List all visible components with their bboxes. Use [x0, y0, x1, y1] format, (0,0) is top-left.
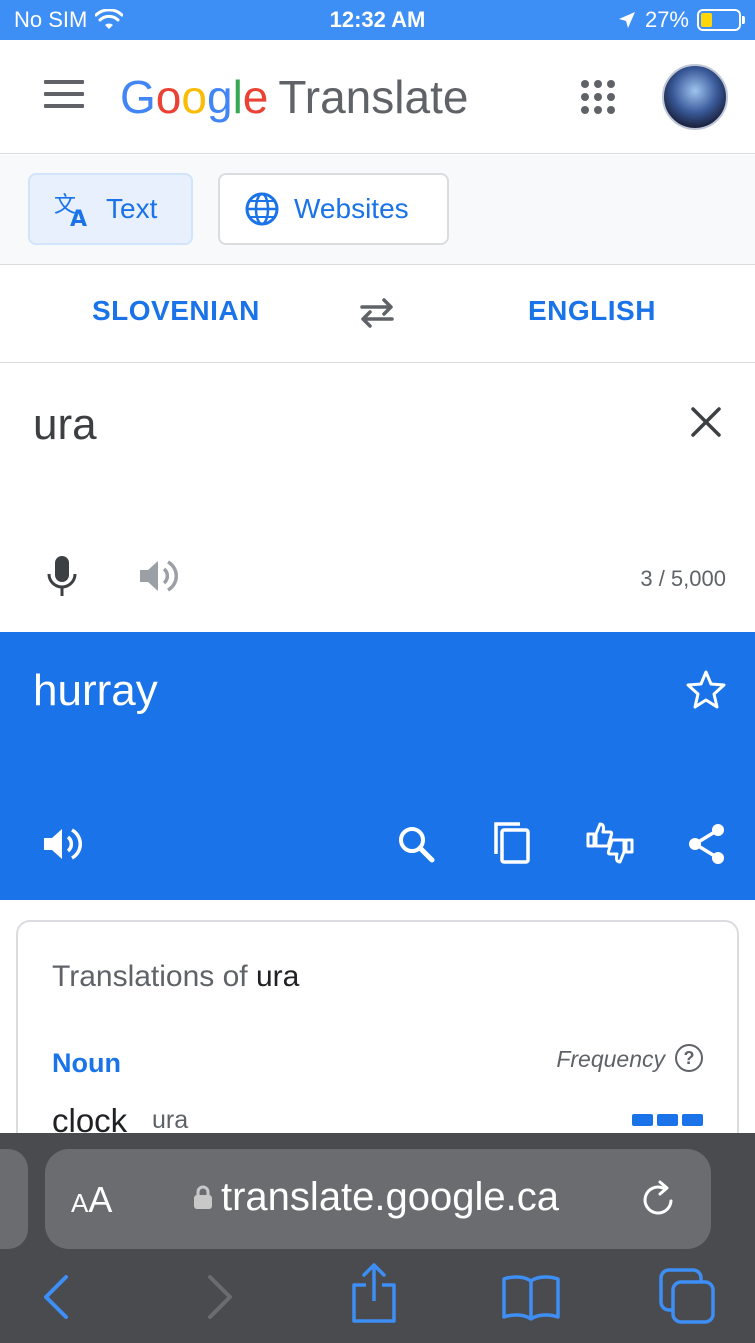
- close-icon[interactable]: [688, 404, 724, 440]
- lock-icon: [194, 1185, 212, 1209]
- language-bar: SLOVENIAN ENGLISH: [0, 265, 755, 363]
- card-title: Translations of ura: [52, 960, 300, 993]
- url-text[interactable]: translate.google.ca: [221, 1175, 559, 1220]
- copy-icon[interactable]: [490, 820, 534, 866]
- source-panel: ura 3 / 5,000: [0, 364, 755, 632]
- source-language-button[interactable]: SLOVENIAN: [92, 295, 260, 327]
- target-language-button[interactable]: ENGLISH: [528, 295, 656, 327]
- avatar[interactable]: [662, 64, 728, 130]
- reload-icon[interactable]: [639, 1179, 679, 1219]
- google-translate-logo[interactable]: Google Translate: [120, 70, 468, 124]
- text-mode-label: Text: [106, 193, 158, 224]
- part-of-speech: Noun: [52, 1048, 121, 1078]
- frequency-label: Frequency: [556, 1046, 665, 1072]
- browser-toolbar: AA translate.google.ca: [0, 1133, 755, 1343]
- websites-mode-button[interactable]: Websites: [218, 173, 449, 245]
- app-header: Google Translate: [0, 40, 755, 154]
- back-translation: ura: [152, 1106, 189, 1134]
- battery-icon: [697, 9, 745, 31]
- help-icon[interactable]: ?: [675, 1044, 703, 1072]
- frequency-bars: [632, 1114, 703, 1126]
- location-arrow-icon: [618, 12, 635, 28]
- text-size-button[interactable]: AA: [71, 1179, 112, 1221]
- speaker-icon[interactable]: [136, 556, 180, 596]
- globe-icon: [245, 192, 279, 226]
- back-icon[interactable]: [40, 1273, 72, 1321]
- product-name: Translate: [278, 71, 469, 123]
- source-text-input[interactable]: ura: [33, 400, 97, 450]
- bookmarks-icon[interactable]: [500, 1273, 562, 1321]
- share-icon[interactable]: [686, 822, 728, 866]
- mode-tabs: 文 A Text Websites: [0, 155, 755, 265]
- swap-languages-icon[interactable]: [356, 295, 398, 331]
- status-right: 27%: [617, 7, 745, 33]
- translation-panel: hurray: [0, 632, 755, 900]
- speaker-icon[interactable]: [40, 824, 84, 864]
- share-icon[interactable]: [348, 1261, 400, 1325]
- status-bar: No SIM 12:32 AM 27%: [0, 0, 755, 40]
- apps-grid-icon[interactable]: [581, 80, 615, 114]
- text-mode-button[interactable]: 文 A Text: [28, 173, 193, 245]
- search-icon[interactable]: [396, 824, 436, 864]
- websites-mode-label: Websites: [294, 193, 409, 224]
- menu-icon[interactable]: [44, 80, 84, 112]
- translation-text: hurray: [33, 666, 158, 715]
- feedback-thumbs-icon[interactable]: [584, 820, 636, 866]
- svg-text:A: A: [70, 207, 87, 228]
- microphone-icon[interactable]: [44, 554, 80, 598]
- battery-percent: 27%: [644, 7, 689, 32]
- translate-icon: 文 A: [54, 193, 87, 228]
- forward-icon[interactable]: [204, 1273, 236, 1321]
- character-count: 3 / 5,000: [640, 566, 726, 591]
- tabs-icon[interactable]: [658, 1267, 718, 1325]
- star-icon[interactable]: [684, 668, 728, 712]
- previous-tab-peek[interactable]: [0, 1149, 28, 1249]
- address-bar[interactable]: AA translate.google.ca: [45, 1149, 711, 1249]
